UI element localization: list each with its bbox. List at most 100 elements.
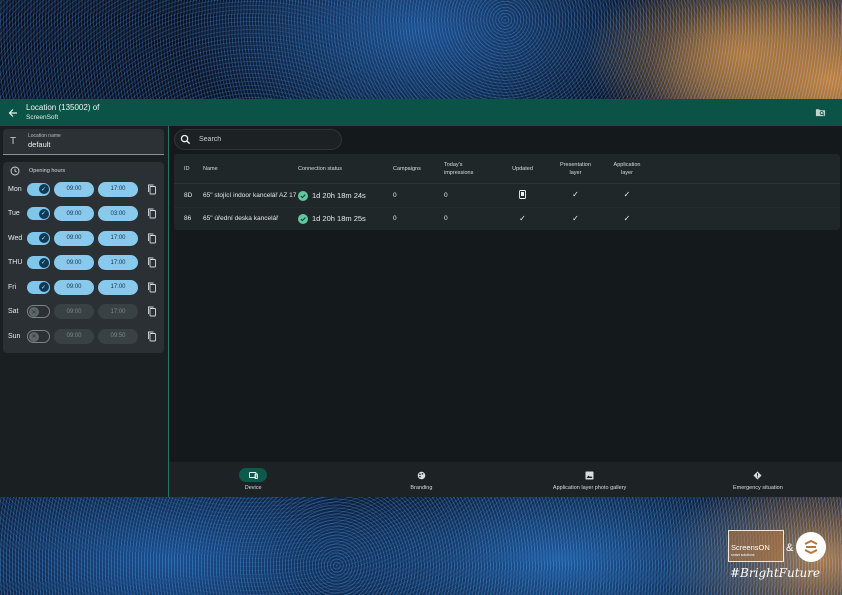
day-label: Sat — [8, 308, 19, 316]
day-label: THU — [8, 259, 23, 267]
day-toggle[interactable]: ✓ — [27, 280, 50, 294]
close-time-button[interactable]: 17:00 — [98, 230, 138, 246]
copy-icon[interactable] — [147, 257, 157, 268]
open-time-button[interactable]: 09:00 — [54, 181, 94, 197]
copy-icon[interactable] — [147, 282, 157, 293]
close-time-button[interactable]: 17:00 — [98, 279, 138, 295]
col-application[interactable]: Application layer — [601, 161, 653, 177]
online-status-icon — [298, 190, 308, 201]
open-time-button[interactable]: 09:00 — [54, 206, 94, 222]
search-bar[interactable] — [174, 129, 342, 150]
background-texture — [0, 497, 842, 595]
location-name-label: Location name — [28, 133, 61, 139]
cell-name: 65" stojící indoor kancelář AZ 17 — [203, 191, 297, 199]
day-toggle[interactable]: ✕ — [27, 305, 50, 319]
copy-icon[interactable] — [147, 208, 157, 219]
nav-icon-container — [407, 468, 435, 482]
copy-icon[interactable] — [147, 331, 157, 342]
check-icon: ✓ — [572, 190, 579, 199]
copy-icon[interactable] — [147, 306, 157, 317]
close-time-button[interactable]: 09:50 — [98, 328, 138, 344]
day-label: Sun — [8, 332, 21, 340]
close-time-button[interactable]: 17:00 — [98, 181, 138, 197]
day-row: Sun ✕ 09:00 09:50 — [7, 324, 160, 349]
background-texture — [0, 0, 842, 99]
nav-label: Device — [244, 485, 262, 491]
folder-search-icon[interactable] — [815, 107, 826, 118]
days-list: Mon ✓ 09:00 17:00 Tue ✓ 09:00 03:00 Wed … — [7, 177, 160, 349]
brand-tagline: #BrightFuture — [730, 566, 821, 580]
col-id[interactable]: ID — [174, 165, 203, 173]
day-toggle[interactable]: ✓ — [27, 256, 50, 270]
open-time-button[interactable]: 09:00 — [54, 230, 94, 246]
day-row: THU ✓ 09:00 17:00 — [7, 251, 160, 276]
open-time-button[interactable]: 09:00 — [54, 255, 94, 271]
connection-duration: 1d 20h 18m 25s — [312, 214, 366, 223]
close-time-button[interactable]: 17:00 — [98, 304, 138, 320]
nav-item-application-layer-photo-gallery[interactable]: Application layer photo gallery — [506, 462, 674, 497]
close-time-button[interactable]: 17:00 — [98, 255, 138, 271]
col-presentation[interactable]: Presentation layer — [550, 161, 601, 177]
table-header: ID Name Connection status Campaigns Toda… — [174, 154, 840, 184]
page-title-block: Location (135002) of ScreenSoft — [26, 103, 99, 123]
opening-hours-card: Opening hours Mon ✓ 09:00 17:00 Tue ✓ 09… — [3, 162, 164, 353]
close-time-button[interactable]: 03:00 — [98, 206, 138, 222]
back-button[interactable] — [6, 106, 20, 120]
open-time-button[interactable]: 09:00 — [54, 279, 94, 295]
location-name-field[interactable]: T Location name default — [3, 129, 164, 155]
day-toggle[interactable]: ✓ — [27, 207, 50, 221]
day-label: Mon — [8, 185, 22, 193]
open-time-button[interactable]: 09:00 — [54, 328, 94, 344]
check-icon: ✓ — [572, 213, 579, 223]
check-icon: ✓ — [38, 208, 49, 219]
image-icon — [585, 471, 594, 479]
text-icon: T — [10, 136, 17, 147]
col-presentation-line2: layer — [569, 169, 582, 176]
search-input[interactable] — [199, 136, 319, 143]
day-toggle[interactable]: ✕ — [27, 329, 50, 343]
brand-subtitle: smart solutions — [731, 553, 755, 557]
day-label: Fri — [8, 283, 17, 291]
col-connection[interactable]: Connection status — [298, 165, 393, 173]
cell-application: ✓ — [601, 213, 653, 224]
devices-table: ID Name Connection status Campaigns Toda… — [174, 154, 840, 230]
cell-connection: 1d 20h 18m 24s — [298, 190, 393, 201]
search-icon — [180, 134, 191, 145]
check-icon: ✓ — [38, 282, 49, 293]
cell-connection: 1d 20h 18m 25s — [298, 214, 393, 224]
col-campaigns[interactable]: Campaigns — [393, 165, 444, 173]
cell-campaigns: 0 — [393, 191, 397, 199]
brand-name: ScreensON — [731, 543, 770, 552]
day-toggle[interactable]: ✓ — [27, 182, 50, 196]
day-row: Fri ✓ 09:00 17:00 — [7, 275, 160, 300]
check-icon: ✓ — [623, 213, 631, 223]
top-bar: Location (135002) of ScreenSoft — [0, 99, 842, 126]
copy-icon[interactable] — [147, 184, 157, 195]
col-application-line2: layer — [621, 169, 633, 176]
col-impressions[interactable]: Today's impressions — [444, 161, 495, 177]
table-body: 8D 65" stojící indoor kancelář AZ 17 1d … — [174, 184, 840, 230]
location-window: Location (135002) of ScreenSoft T Locati… — [0, 99, 842, 497]
cell-id: 8D — [184, 191, 193, 199]
cell-impressions: 0 — [444, 191, 448, 199]
nav-item-branding[interactable]: Branding — [337, 462, 505, 497]
nav-item-emergency-situation[interactable]: Emergency situation — [674, 462, 842, 497]
col-name[interactable]: Name — [203, 165, 298, 173]
table-row[interactable]: 86 65" úřední deska kancelář 1d 20h 18m … — [174, 207, 840, 230]
col-presentation-line1: Presentation — [560, 161, 591, 168]
open-time-button[interactable]: 09:00 — [54, 304, 94, 320]
day-label: Wed — [8, 234, 23, 242]
cell-name: 65" úřední deska kancelář — [203, 215, 279, 222]
table-row[interactable]: 8D 65" stojící indoor kancelář AZ 17 1d … — [174, 184, 840, 207]
day-row: Wed ✓ 09:00 17:00 — [7, 226, 160, 251]
col-updated[interactable]: Updated — [495, 165, 550, 173]
cell-presentation: ✓ — [550, 213, 601, 224]
devices-icon — [248, 471, 258, 479]
cell-presentation: ✓ — [550, 191, 601, 200]
nav-item-device[interactable]: Device — [169, 462, 337, 497]
copy-icon[interactable] — [147, 233, 157, 244]
connection-duration: 1d 20h 18m 24s — [312, 190, 366, 200]
check-icon: ✓ — [38, 257, 49, 268]
day-toggle[interactable]: ✓ — [27, 231, 50, 245]
page-title: Location (135002) of — [26, 102, 100, 112]
